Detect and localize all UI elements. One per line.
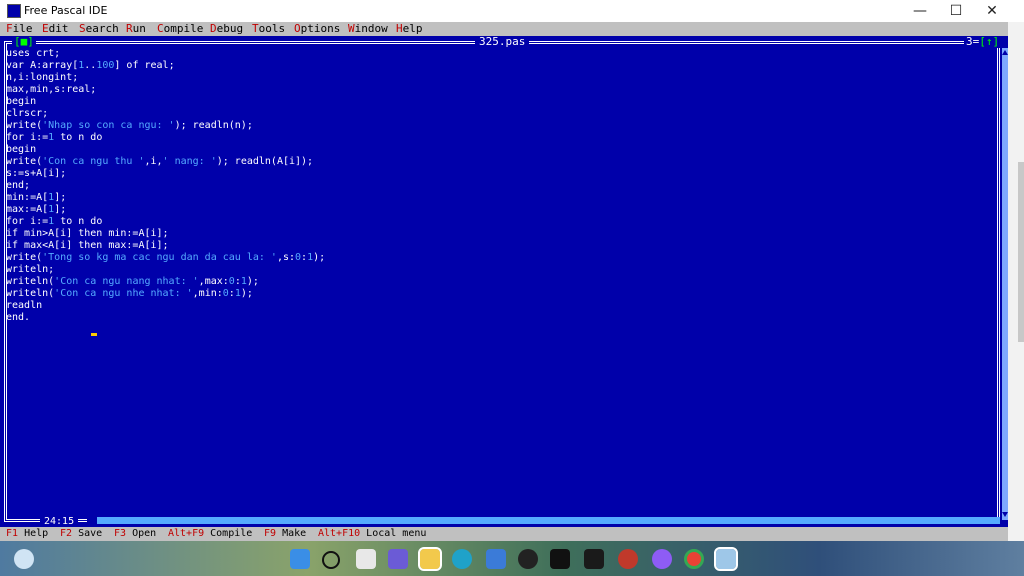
messenger-icon[interactable] bbox=[652, 549, 672, 569]
window-title-bar: Free Pascal IDE — ☐ ✕ bbox=[0, 0, 1024, 22]
code-line[interactable]: n,i:longint; bbox=[6, 72, 325, 84]
status-line: F1 Help F2 Save F3 Open Alt+F9 Compile F… bbox=[0, 527, 1008, 541]
code-line[interactable]: s:=s+A[i]; bbox=[6, 168, 325, 180]
status-save[interactable]: F2 Save bbox=[60, 527, 102, 541]
code-line[interactable]: end; bbox=[6, 180, 325, 192]
minimize-button[interactable]: — bbox=[902, 0, 938, 22]
code-line[interactable]: write('Con ca ngu thu ',i,' nang: '); re… bbox=[6, 156, 325, 168]
code-line[interactable]: begin bbox=[6, 144, 325, 156]
menu-file[interactable]: File bbox=[6, 22, 33, 36]
text-cursor bbox=[91, 333, 97, 336]
editor-window[interactable]: [■] 325.pas 3=[↑] uses crt; var A:array[1… bbox=[0, 36, 1008, 527]
search-icon[interactable] bbox=[322, 551, 340, 569]
chrome-icon[interactable] bbox=[684, 549, 704, 569]
menu-tools[interactable]: Tools bbox=[252, 22, 285, 36]
cursor-position: 24:15 bbox=[40, 516, 79, 527]
code-line[interactable]: uses crt; bbox=[6, 48, 325, 60]
editor-close-box[interactable]: [■] bbox=[12, 36, 36, 48]
background-scrollbar bbox=[1018, 162, 1024, 342]
free-pascal-icon[interactable] bbox=[714, 547, 738, 571]
code-line[interactable]: max:=A[1]; bbox=[6, 204, 325, 216]
code-line[interactable]: for i:=1 to n do bbox=[6, 216, 325, 228]
obs-icon[interactable] bbox=[518, 549, 538, 569]
menu-debug[interactable]: Debug bbox=[210, 22, 243, 36]
code-line[interactable]: max,min,s:real; bbox=[6, 84, 325, 96]
code-line[interactable]: clrscr; bbox=[6, 108, 325, 120]
menu-search[interactable]: Search bbox=[79, 22, 119, 36]
status-open[interactable]: F3 Open bbox=[114, 527, 156, 541]
menu-help[interactable]: Help bbox=[396, 22, 423, 36]
editor-filename: 325.pas bbox=[475, 36, 530, 48]
task-view-icon[interactable] bbox=[356, 549, 376, 569]
tiktok-icon[interactable] bbox=[550, 549, 570, 569]
code-line[interactable]: end. bbox=[6, 312, 325, 324]
scroll-left-arrow-icon[interactable] bbox=[87, 517, 97, 524]
menu-options[interactable]: Options bbox=[294, 22, 340, 36]
code-line[interactable]: writeln('Con ca ngu nang nhat: ',max:0:1… bbox=[6, 276, 325, 288]
start-icon[interactable] bbox=[290, 549, 310, 569]
windows-taskbar bbox=[0, 541, 1024, 576]
code-line[interactable]: readln bbox=[6, 300, 325, 312]
free-pascal-app-icon bbox=[7, 4, 21, 18]
code-line[interactable]: write('Nhap so con ca ngu: '); readln(n)… bbox=[6, 120, 325, 132]
code-line[interactable]: write('Tong so kg ma cac ngu dan da cau … bbox=[6, 252, 325, 264]
file-explorer-icon[interactable] bbox=[418, 547, 442, 571]
close-button[interactable]: ✕ bbox=[974, 0, 1010, 22]
code-line[interactable]: if min>A[i] then min:=A[i]; bbox=[6, 228, 325, 240]
weather-icon[interactable] bbox=[14, 549, 34, 569]
zoom-box: [↑] bbox=[979, 35, 1000, 48]
store-icon[interactable] bbox=[486, 549, 506, 569]
horizontal-scrollbar[interactable] bbox=[87, 517, 1000, 524]
editor-window-number[interactable]: 3=[↑] bbox=[964, 35, 1002, 48]
davinci-icon[interactable] bbox=[618, 549, 638, 569]
edge-icon[interactable] bbox=[452, 549, 472, 569]
capcut-icon[interactable] bbox=[584, 549, 604, 569]
code-line[interactable]: if max<A[i] then max:=A[i]; bbox=[6, 240, 325, 252]
code-line[interactable]: min:=A[1]; bbox=[6, 192, 325, 204]
code-line[interactable]: var A:array[1..100] of real; bbox=[6, 60, 325, 72]
status-make[interactable]: F9 Make bbox=[264, 527, 306, 541]
code-line[interactable]: begin bbox=[6, 96, 325, 108]
chat-icon[interactable] bbox=[388, 549, 408, 569]
code-line[interactable]: for i:=1 to n do bbox=[6, 132, 325, 144]
status-help[interactable]: F1 Help bbox=[6, 527, 48, 541]
window-title: Free Pascal IDE bbox=[24, 4, 108, 17]
status-local-menu[interactable]: Alt+F10 Local menu bbox=[318, 527, 426, 541]
code-text[interactable]: uses crt; var A:array[1..100] of real; n,i… bbox=[6, 48, 325, 324]
code-line[interactable]: writeln('Con ca ngu nhe nhat: ',min:0:1)… bbox=[6, 288, 325, 300]
status-compile[interactable]: Alt+F9 Compile bbox=[168, 527, 252, 541]
menu-compile[interactable]: Compile bbox=[157, 22, 203, 36]
menu-window[interactable]: Window bbox=[348, 22, 388, 36]
menu-run[interactable]: Run bbox=[126, 22, 146, 36]
maximize-button[interactable]: ☐ bbox=[938, 0, 974, 22]
background-window-strip bbox=[1008, 22, 1024, 541]
ide-menu-bar: File Edit Search Run Compile Debug Tools… bbox=[0, 22, 1008, 36]
code-line[interactable]: writeln; bbox=[6, 264, 325, 276]
menu-edit[interactable]: Edit bbox=[42, 22, 69, 36]
